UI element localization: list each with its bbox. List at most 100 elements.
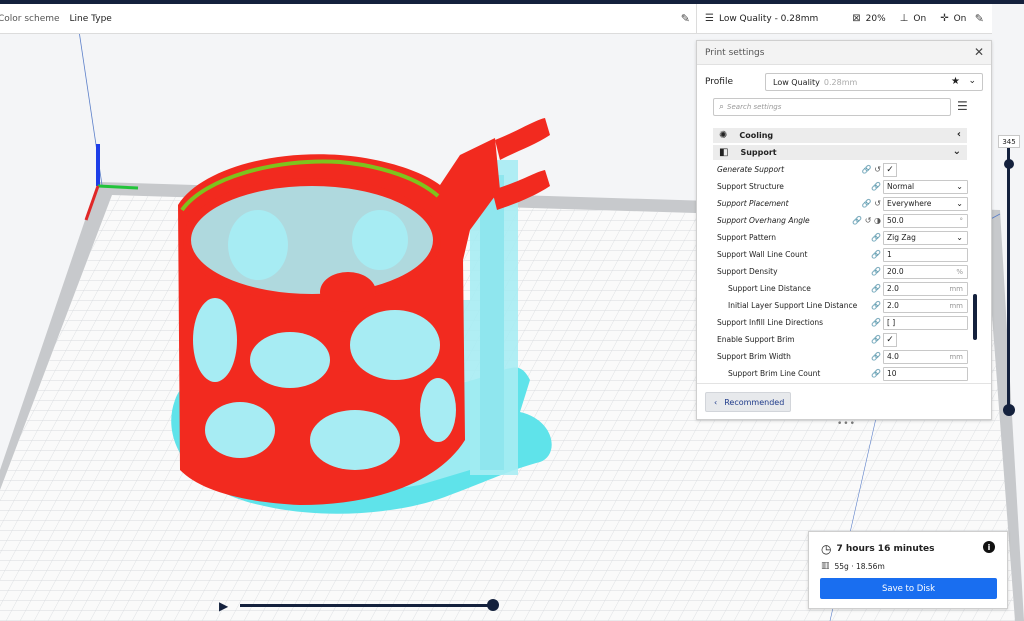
support-line-distance-input[interactable]: 2.0 mm [883,281,968,296]
chevron-down-icon: ⌄ [956,182,963,191]
profile-label: Profile [705,77,733,87]
quick-support-label: On [913,13,927,24]
save-to-disk-button[interactable]: Save to Disk [820,578,997,599]
link-reset-icons[interactable]: 🔗 ↺ [837,165,881,174]
star-icon[interactable]: ★ [951,76,960,87]
link-icon[interactable]: 🔗 [837,369,881,378]
link-icon[interactable]: 🔗 [837,352,881,361]
path-slider-handle[interactable] [487,599,499,611]
category-support[interactable]: ◧ Support ⌄ [713,145,967,160]
setting-name: Support Density [717,267,778,276]
quick-infill-label: 20% [865,13,886,24]
link-icon[interactable]: 🔗 [837,233,881,242]
quick-support[interactable]: ⊥ On [900,13,927,24]
link-icon[interactable]: 🔗 [837,335,881,344]
setting-row: Support Brim Line Count 🔗 10 [717,366,969,381]
spool-icon: ▥ [821,561,830,571]
setting-row: Support Brim Width 🔗 4.0 mm [717,349,969,364]
info-icon[interactable]: i [983,541,995,553]
setting-name: Support Brim Line Count [728,369,821,378]
link-icon[interactable]: 🔗 [837,284,881,293]
chevron-left-icon: ‹ [956,129,961,140]
play-icon[interactable]: ▶ [219,599,228,613]
color-scheme-value[interactable]: Line Type [70,14,112,24]
setting-name: Support Brim Width [717,352,791,361]
quick-adhesion[interactable]: ✛ On [940,13,966,24]
link-icon[interactable]: 🔗 [837,301,881,310]
setting-name: Support Structure [717,182,784,191]
setting-name: Support Infill Line Directions [717,318,824,327]
support-wall-line-count-input[interactable]: 1 [883,247,968,262]
chevron-down-icon: ⌄ [968,76,976,86]
layer-number-input[interactable]: 345 [998,135,1020,148]
setting-row: Enable Support Brim 🔗 ✓ [717,332,969,347]
setting-value: 10 [887,369,897,378]
setting-name: Support Placement [717,199,789,208]
print-setup-bar[interactable]: ☰ Low Quality - 0.28mm ⊠ 20% ⊥ On ✛ On ✎ [696,4,992,34]
setting-value: 1 [887,250,892,259]
pencil-icon[interactable]: ✎ [681,12,690,25]
print-time: ◷ 7 hours 16 minutes [821,542,935,556]
support-pattern-select[interactable]: Zig Zag ⌄ [883,230,968,245]
link-icon[interactable]: 🔗 [837,250,881,259]
chevron-down-icon: ⌄ [952,146,961,157]
setting-row: Support Overhang Angle 🔗 ↺ ◑ 50.0 ° [717,213,969,228]
panel-footer: ‹ Recommended [697,383,991,419]
quick-adhesion-label: On [953,13,967,24]
setting-value: [ ] [887,318,896,327]
chevron-down-icon: ⌄ [956,199,963,208]
support-brim-width-input[interactable]: 4.0 mm [883,349,968,364]
support-brim-line-count-input[interactable]: 10 [883,366,968,381]
clock-icon: ◷ [821,542,832,556]
link-icon[interactable]: 🔗 [837,267,881,276]
chevron-left-icon: ‹ [714,397,718,407]
fan-icon: ✺ [719,130,728,141]
search-settings-input[interactable]: ⌕ Search settings [713,98,951,116]
panel-title: Print settings [705,47,765,58]
search-icon: ⌕ [719,102,725,112]
setting-value: 4.0 [887,352,899,361]
menu-icon[interactable]: ☰ [957,99,968,113]
recommended-button[interactable]: ‹ Recommended [705,392,791,412]
support-structure-select[interactable]: Normal ⌄ [883,179,968,194]
pencil-icon[interactable]: ✎ [975,12,984,25]
support-overhang-angle-input[interactable]: 50.0 ° [883,213,968,228]
quick-profile[interactable]: ☰ Low Quality - 0.28mm [705,13,818,24]
setting-row: Support Wall Line Count 🔗 1 [717,247,969,262]
panel-header: Print settings [697,41,991,65]
category-cooling[interactable]: ✺ Cooling ‹ [713,128,967,143]
generate-support-checkbox[interactable]: ✓ [883,162,897,177]
resize-handle-icon[interactable]: ••• [837,419,856,429]
setting-value: Everywhere [887,199,932,208]
setting-row: Support Infill Line Directions 🔗 [ ] [717,315,969,330]
profile-select[interactable]: Low Quality 0.28mm ★ ⌄ [765,73,983,91]
setting-name: Support Pattern [717,233,777,242]
setting-unit: mm [949,352,963,361]
setting-name: Support Wall Line Count [717,250,808,259]
link-reset-icons[interactable]: 🔗 ↺ [837,199,881,208]
setting-value: 20.0 [887,267,904,276]
search-placeholder: Search settings [727,103,782,111]
close-icon[interactable]: ✕ [974,45,984,59]
setting-row: Support Line Distance 🔗 2.0 mm [717,281,969,296]
link-reset-icons[interactable]: 🔗 ↺ ◑ [837,216,881,225]
support-placement-select[interactable]: Everywhere ⌄ [883,196,968,211]
setting-value: Zig Zag [887,233,916,242]
path-slider-track[interactable] [240,604,494,607]
quick-infill[interactable]: ⊠ 20% [852,13,885,24]
layer-slider-track[interactable] [1007,148,1010,410]
print-output-panel: ◷ 7 hours 16 minutes i ▥ 55g · 18.56m Sa… [808,531,1008,609]
setting-row: Generate Support 🔗 ↺ ✓ [717,162,969,177]
enable-support-brim-checkbox[interactable]: ✓ [883,332,897,347]
layer-slider-top-handle[interactable] [1004,159,1014,169]
setting-row: Initial Layer Support Line Distance 🔗 2.… [717,298,969,313]
setting-name: Support Overhang Angle [717,216,810,225]
support-infill-line-directions-input[interactable]: [ ] [883,315,968,330]
settings-scrollbar[interactable] [973,294,977,340]
link-icon[interactable]: 🔗 [837,182,881,191]
link-icon[interactable]: 🔗 [837,318,881,327]
initial-layer-support-line-distance-input[interactable]: 2.0 mm [883,298,968,313]
layer-slider-bottom-handle[interactable] [1003,404,1015,416]
support-density-input[interactable]: 20.0% [883,264,968,279]
setting-unit: % [956,267,963,276]
